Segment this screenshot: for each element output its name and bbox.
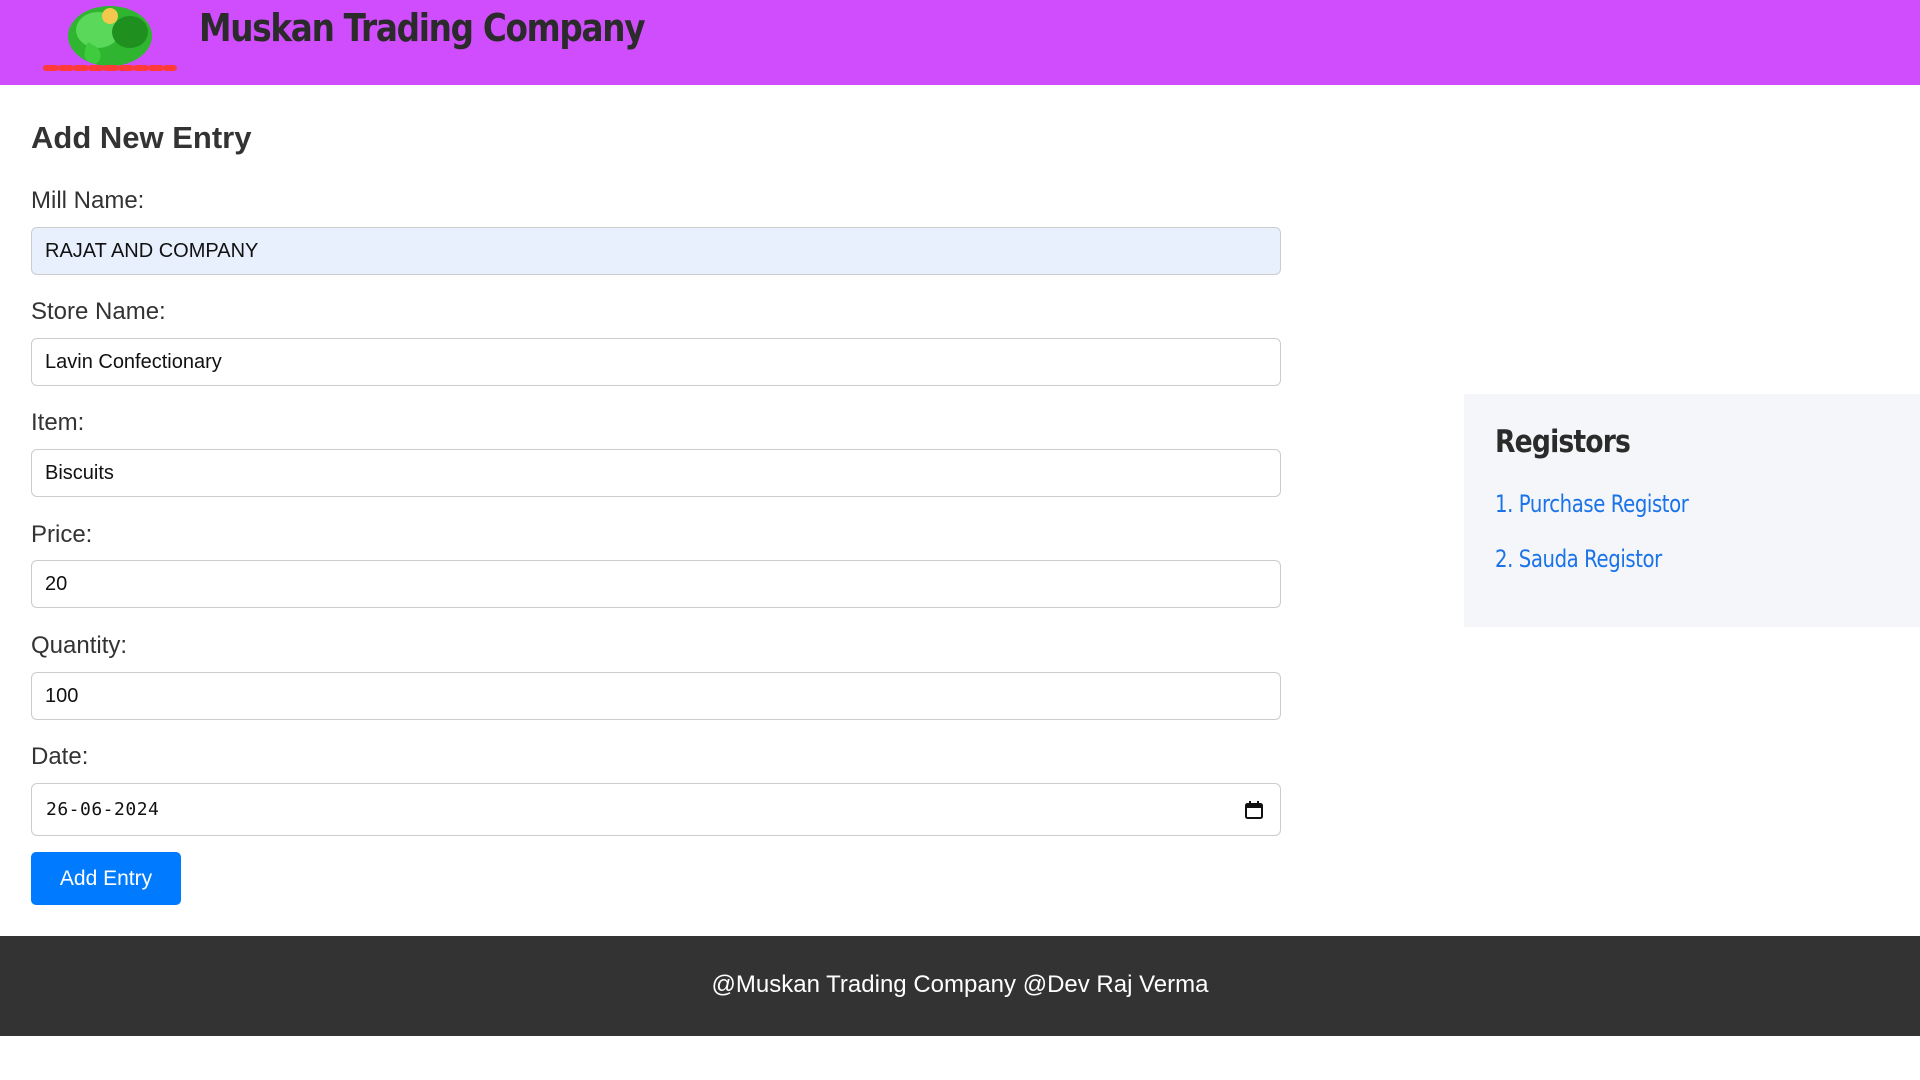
date-input[interactable]: 26-06-2024 [31,783,1281,836]
registers-sidebar: Registors 1. Purchase Registor 2. Sauda … [1464,394,1920,627]
price-input[interactable] [31,560,1281,608]
brand-title: Muskan Trading Company [199,6,646,50]
item-input[interactable] [31,449,1281,497]
mill-name-input[interactable] [31,227,1281,275]
quantity-input[interactable] [31,672,1281,720]
site-footer: @Muskan Trading Company @Dev Raj Verma [0,936,1920,1036]
footer-text: @Muskan Trading Company @Dev Raj Verma [711,971,1209,998]
sidebar-title: Registors [1495,424,1631,460]
ganesha-logo-icon [43,6,177,71]
add-entry-button[interactable]: Add Entry [31,852,181,905]
date-value: 26-06-2024 [46,799,160,820]
price-label: Price: [31,521,93,548]
item-label: Item: [31,409,85,436]
sauda-registor-link[interactable]: 2. Sauda Registor [1495,545,1662,573]
quantity-label: Quantity: [31,632,128,659]
site-header: Muskan Trading Company [0,0,1920,85]
mill-name-label: Mill Name: [31,187,145,214]
calendar-icon[interactable] [1244,800,1264,820]
store-name-input[interactable] [31,338,1281,386]
purchase-registor-link[interactable]: 1. Purchase Registor [1495,490,1689,518]
form-title: Add New Entry [31,120,252,155]
date-label: Date: [31,743,89,770]
store-name-label: Store Name: [31,298,166,325]
